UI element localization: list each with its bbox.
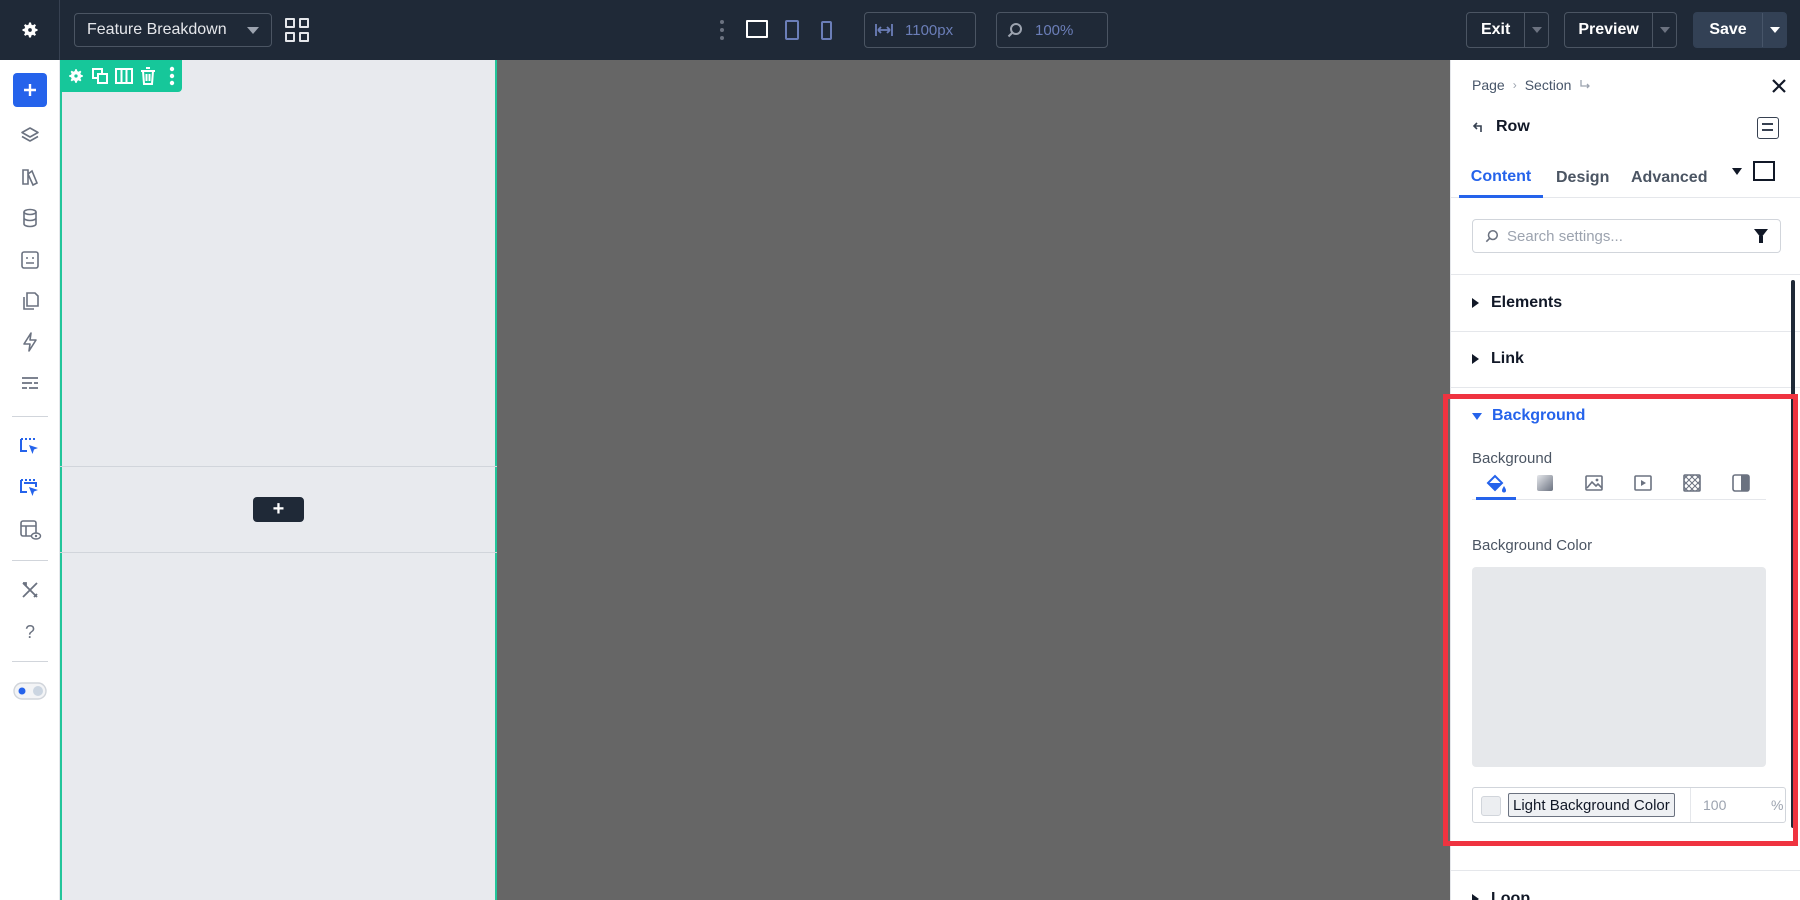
panel-title-text: Row xyxy=(1496,118,1530,135)
chevron-down-icon xyxy=(1531,27,1542,33)
row-delete-icon[interactable] xyxy=(138,66,158,86)
caret-right-icon xyxy=(1472,298,1479,308)
tab-more-dropdown-icon[interactable] xyxy=(1732,168,1742,175)
plus-icon xyxy=(24,84,36,96)
section-loop[interactable]: Loop xyxy=(1451,870,1800,900)
width-arrows-icon xyxy=(875,24,893,36)
row-more-icon[interactable] xyxy=(162,66,182,86)
help-icon[interactable]: ? xyxy=(13,615,47,649)
save-dropdown-button[interactable] xyxy=(1762,13,1786,47)
layers-icon[interactable] xyxy=(13,119,47,153)
section-elements[interactable]: Elements xyxy=(1451,275,1800,332)
close-icon[interactable] xyxy=(1771,74,1787,100)
preview-button-group: Preview xyxy=(1564,12,1677,48)
list-settings-icon[interactable] xyxy=(13,366,47,400)
zoom-icon xyxy=(1007,23,1022,38)
zoom-value: 100% xyxy=(1035,21,1074,39)
lightning-icon[interactable] xyxy=(13,325,47,359)
settings-gear-icon[interactable] xyxy=(0,0,60,60)
search-icon xyxy=(1485,229,1499,243)
top-toolbar: Feature Breakdown 1100px 100% Exit Previ… xyxy=(0,0,1800,60)
add-element-button[interactable] xyxy=(13,73,47,107)
breadcrumb-page[interactable]: Page xyxy=(1472,77,1505,93)
tab-content[interactable]: Content xyxy=(1459,158,1543,198)
page-select-value: Feature Breakdown xyxy=(87,21,227,38)
exit-button-group: Exit xyxy=(1466,12,1549,48)
chevron-down-icon xyxy=(1659,27,1670,33)
chevron-down-icon xyxy=(1769,27,1780,33)
canvas-width-value: 1100px xyxy=(905,21,954,39)
add-module-label: + xyxy=(272,498,285,520)
breadcrumb-section[interactable]: Section xyxy=(1525,77,1572,93)
section-link-label: Link xyxy=(1491,350,1524,367)
design-library-icon[interactable] xyxy=(13,160,47,194)
panel-title: Row xyxy=(1472,118,1530,136)
row-duplicate-icon[interactable] xyxy=(90,66,110,86)
return-arrow-icon xyxy=(1580,80,1591,89)
theme-toggle[interactable] xyxy=(13,674,47,708)
breadcrumb: Page › Section xyxy=(1472,77,1591,93)
preview-button[interactable]: Preview xyxy=(1565,13,1652,47)
filter-icon[interactable] xyxy=(1754,229,1768,243)
save-button[interactable]: Save xyxy=(1694,13,1762,47)
exit-button[interactable]: Exit xyxy=(1467,13,1524,47)
chevron-down-icon xyxy=(247,26,259,34)
desktop-view-icon[interactable] xyxy=(746,20,768,38)
tab-advanced[interactable]: Advanced xyxy=(1631,158,1707,198)
exit-dropdown-button[interactable] xyxy=(1524,13,1548,47)
section-elements-label: Elements xyxy=(1491,294,1563,311)
row-toolbar xyxy=(60,60,182,92)
select-element-icon[interactable] xyxy=(13,431,47,465)
left-sidebar: ? xyxy=(0,60,60,900)
search-settings-field[interactable]: Search settings... xyxy=(1472,219,1781,253)
settings-tabs: Content Design Advanced xyxy=(1451,158,1800,198)
phone-view-icon[interactable] xyxy=(821,21,832,40)
layout-settings-icon[interactable] xyxy=(1757,117,1779,139)
caret-right-icon xyxy=(1472,354,1479,364)
pages-icon[interactable] xyxy=(13,284,47,318)
canvas-width-input[interactable]: 1100px xyxy=(864,12,976,48)
tab-design[interactable]: Design xyxy=(1556,158,1609,198)
grid-view-icon[interactable] xyxy=(285,18,309,42)
preview-dropdown-button[interactable] xyxy=(1652,13,1676,47)
tablet-view-icon[interactable] xyxy=(785,20,799,40)
save-button-group: Save xyxy=(1693,12,1787,48)
highlight-box xyxy=(1443,394,1798,846)
caret-right-icon xyxy=(1472,894,1479,900)
more-vertical-icon[interactable] xyxy=(720,20,724,40)
database-icon[interactable] xyxy=(13,201,47,235)
search-placeholder: Search settings... xyxy=(1507,227,1623,245)
back-arrow-icon[interactable] xyxy=(1472,121,1486,133)
section-loop-label: Loop xyxy=(1491,890,1531,900)
zoom-input[interactable]: 100% xyxy=(996,12,1108,48)
preview-visibility-icon[interactable] xyxy=(13,513,47,547)
tools-icon[interactable] xyxy=(13,573,47,607)
template-icon[interactable] xyxy=(13,243,47,277)
page-select[interactable]: Feature Breakdown xyxy=(74,13,272,47)
chevron-right-icon: › xyxy=(1512,78,1517,92)
panel-expand-icon[interactable] xyxy=(1753,161,1775,181)
add-module-button[interactable]: + xyxy=(253,497,304,522)
section-link[interactable]: Link xyxy=(1451,331,1800,388)
row-settings-icon[interactable] xyxy=(66,66,86,86)
row-columns-icon[interactable] xyxy=(114,66,134,86)
multi-select-icon[interactable] xyxy=(13,472,47,506)
